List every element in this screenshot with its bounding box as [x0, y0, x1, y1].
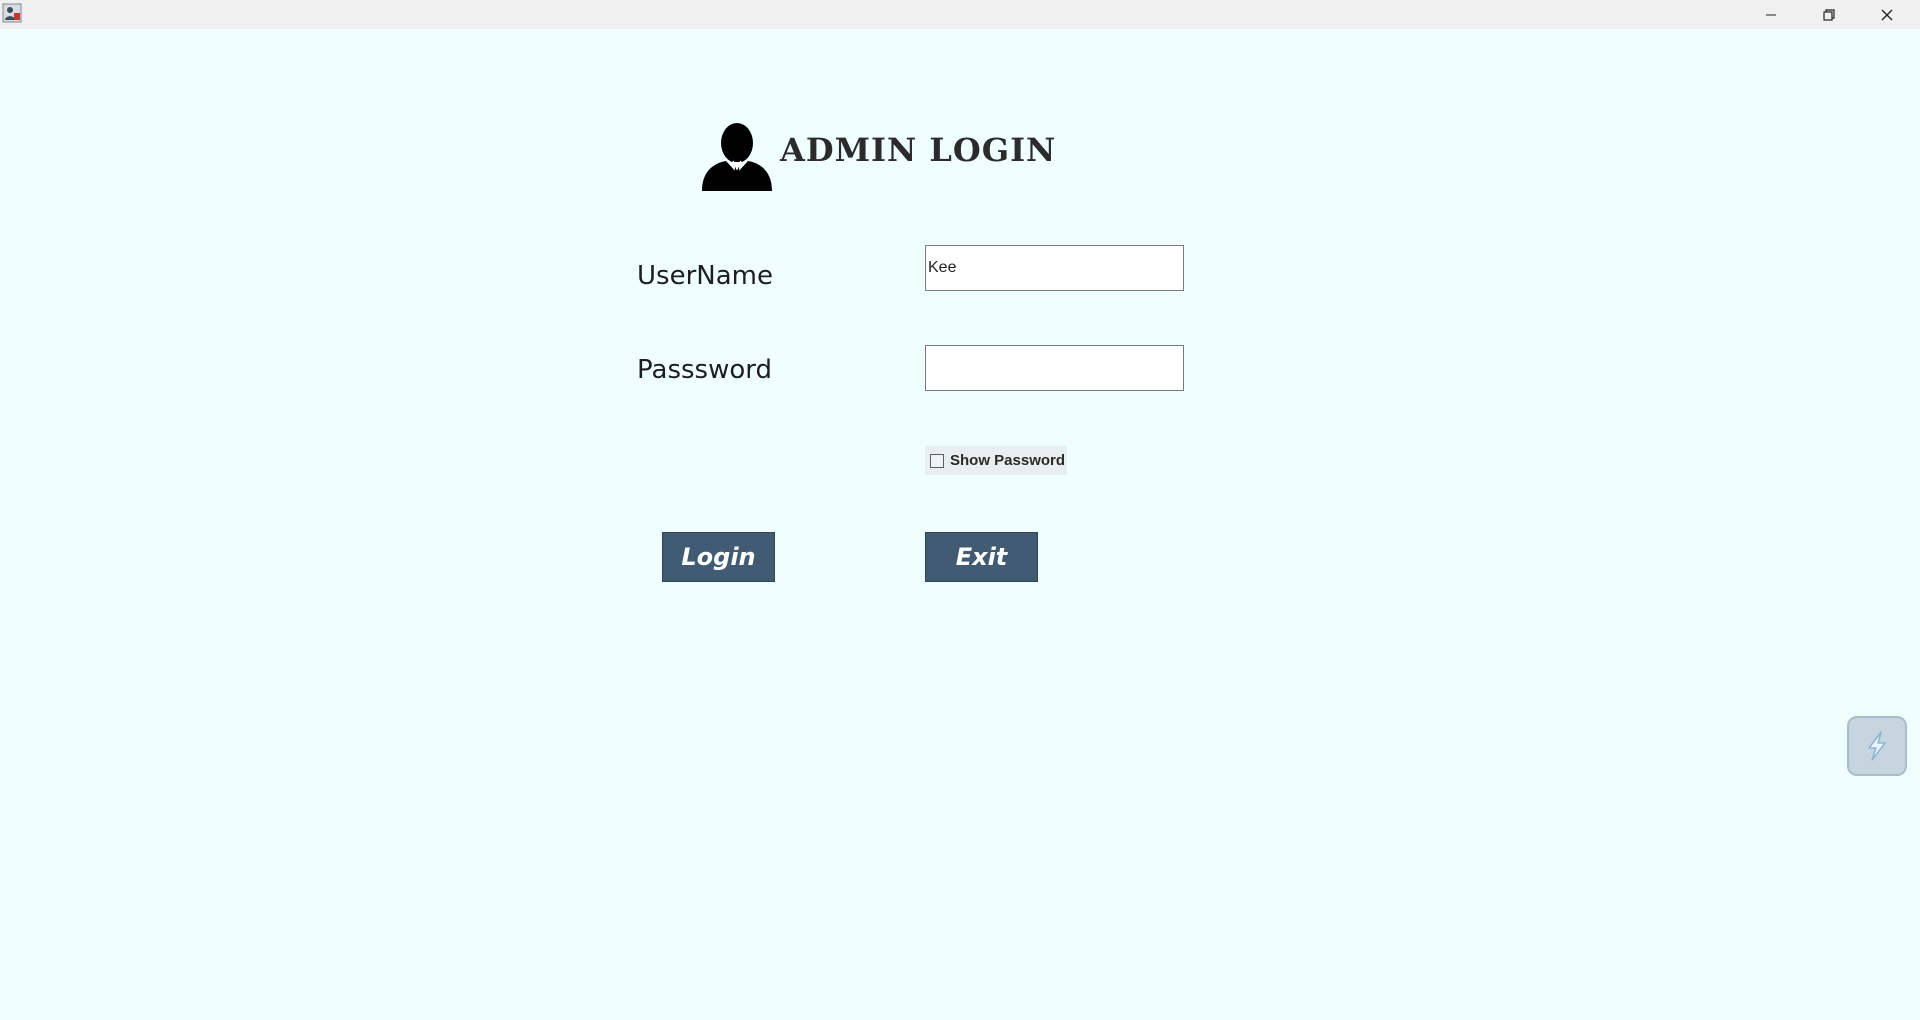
show-password-checkbox[interactable]: Show Password — [925, 446, 1067, 475]
restore-button[interactable] — [1800, 0, 1858, 29]
checkbox-box[interactable] — [930, 453, 944, 468]
login-panel: ADMIN LOGIN UserName Passsword Show Pass… — [0, 29, 1920, 1020]
login-button[interactable]: Login — [662, 532, 775, 582]
minimize-button[interactable] — [1742, 0, 1800, 29]
close-icon — [1881, 9, 1893, 20]
admin-user-icon — [702, 123, 772, 191]
app-icon — [2, 3, 22, 23]
window-titlebar — [0, 0, 1920, 29]
username-label: UserName — [637, 261, 773, 291]
floating-tool-button[interactable] — [1847, 716, 1907, 776]
username-field[interactable] — [925, 245, 1184, 291]
minimize-icon — [1766, 14, 1776, 15]
password-field[interactable] — [925, 345, 1184, 391]
show-password-label: Show Password — [950, 452, 1066, 469]
lightning-icon — [1868, 731, 1886, 761]
password-label: Passsword — [637, 355, 772, 385]
restore-icon — [1823, 8, 1835, 21]
close-button[interactable] — [1858, 0, 1916, 29]
exit-button[interactable]: Exit — [925, 532, 1038, 582]
page-title: ADMIN LOGIN — [780, 131, 1057, 169]
